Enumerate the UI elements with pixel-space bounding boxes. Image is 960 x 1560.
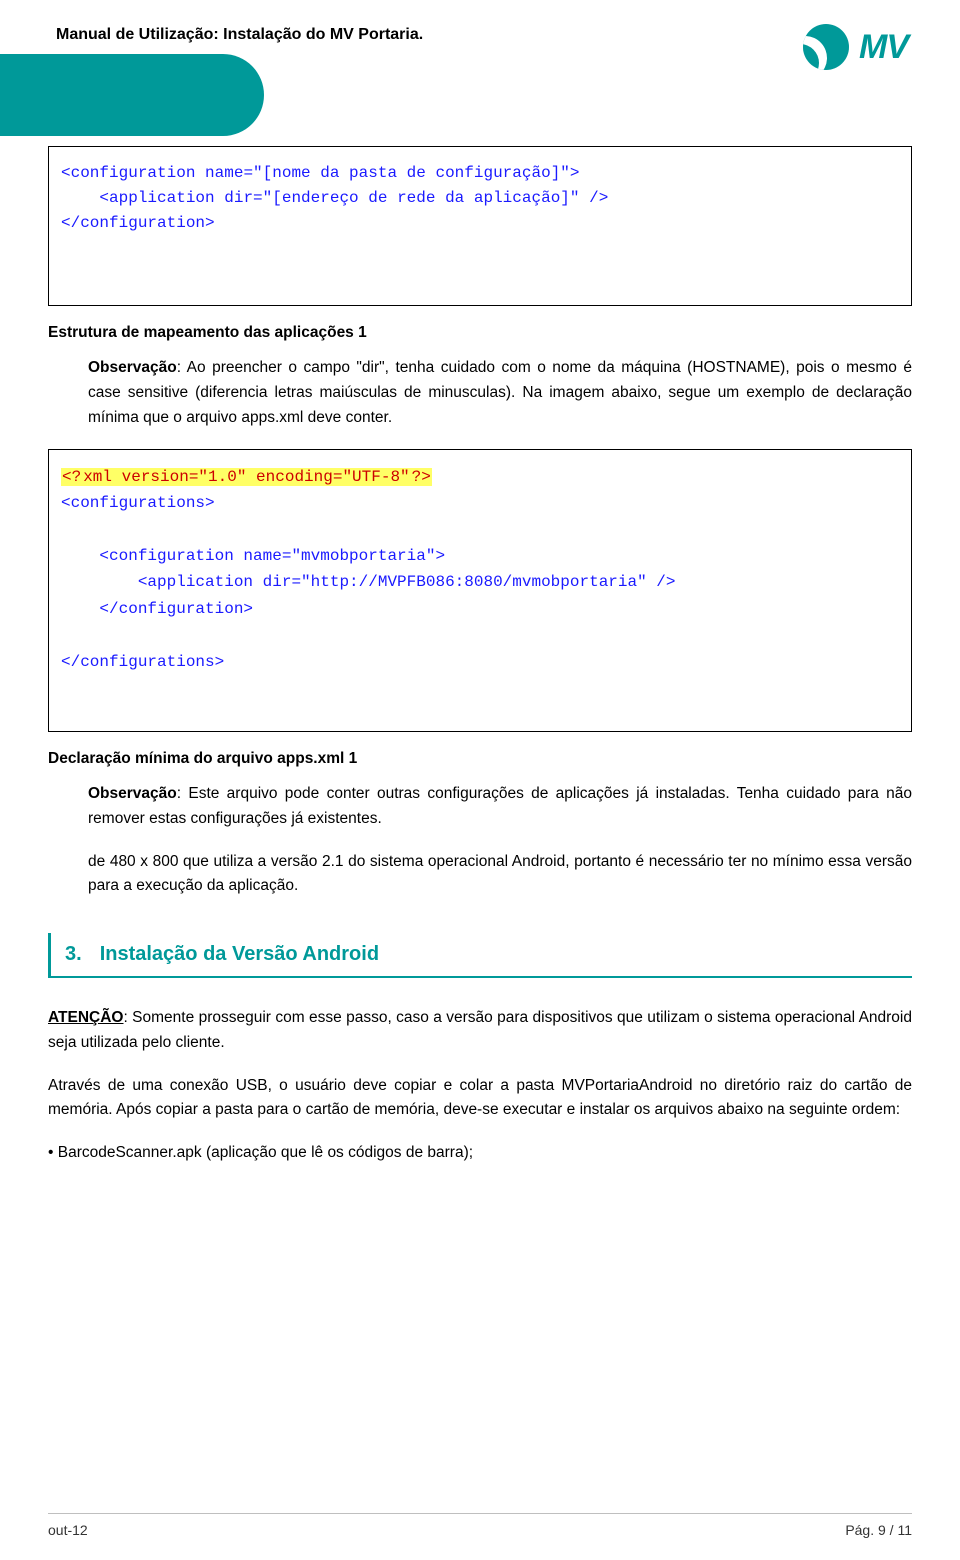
paragraph-text: : Somente prosseguir com esse passo, cas… <box>48 1009 912 1051</box>
header-accent-tab <box>0 54 264 136</box>
paragraph-atencao: ATENÇÃO: Somente prosseguir com esse pas… <box>48 1006 912 1056</box>
paragraph-text: : Ao preencher o campo "dir", tenha cuid… <box>88 359 912 426</box>
section-number: 3. <box>65 943 82 966</box>
page-footer: out-12 Pág. 9 / 11 <box>48 1513 912 1538</box>
code-line: <application dir="[endereço de rede da a… <box>61 186 899 211</box>
code-tag: <configuration <box>61 164 205 182</box>
content: <configuration name="[nome da pasta de c… <box>48 146 912 1166</box>
code-line: </configuration> <box>61 600 253 618</box>
xml-decl-open: <? <box>61 468 82 486</box>
label-observacao: Observação <box>88 785 177 802</box>
figure-caption-1: Estrutura de mapeamento das aplicações 1 <box>48 324 912 342</box>
xml-decl-close: ?> <box>411 468 432 486</box>
code-line: </configurations> <box>61 653 224 671</box>
paragraph-observation-2: Observação: Este arquivo pode conter out… <box>48 782 912 832</box>
code-line: <application dir="http://MVPFB086:8080/m… <box>61 573 676 591</box>
section-heading-3: 3. Instalação da Versão Android <box>48 933 912 978</box>
label-observacao: Observação <box>88 359 177 376</box>
label-atencao: ATENÇÃO <box>48 1009 124 1026</box>
section-title: Instalação da Versão Android <box>100 943 379 966</box>
code-indent <box>61 189 99 207</box>
footer-date: out-12 <box>48 1522 88 1538</box>
page-header: Manual de Utilização: Instalação do MV P… <box>48 0 912 136</box>
xml-decl-body: xml version="1.0" encoding="UTF-8" <box>82 468 410 486</box>
paragraph-text: : Este arquivo pode conter outras config… <box>88 785 912 827</box>
mv-logo: MV <box>803 24 908 70</box>
paragraph-usb-copy: Através de uma conexão USB, o usuário de… <box>48 1074 912 1124</box>
code-line: <configurations> <box>61 494 215 512</box>
code-line: <configuration name="[nome da pasta de c… <box>61 161 899 186</box>
code-box-example: <?xml version="1.0" encoding="UTF-8"?> <… <box>48 449 912 732</box>
header-left: Manual de Utilização: Instalação do MV P… <box>48 18 423 136</box>
footer-page: Pág. 9 / 11 <box>845 1522 912 1538</box>
paragraph-screen-res: de 480 x 800 que utiliza a versão 2.1 do… <box>48 850 912 900</box>
code-attr: name="[nome da pasta de configuração]"> <box>205 164 579 182</box>
bullet-barcode-scanner: • BarcodeScanner.apk (aplicação que lê o… <box>48 1141 912 1166</box>
code-line: <configuration name="mvmobportaria"> <box>61 547 445 565</box>
doc-title: Manual de Utilização: Instalação do MV P… <box>56 26 423 44</box>
code-attr: dir="[endereço de rede da aplicação]" /> <box>224 189 608 207</box>
page: Manual de Utilização: Instalação do MV P… <box>0 0 960 1560</box>
mv-logo-icon <box>803 24 849 70</box>
code-tag: <application <box>99 189 224 207</box>
code-line: </configuration> <box>61 211 899 236</box>
code-box-structure: <configuration name="[nome da pasta de c… <box>48 146 912 306</box>
mv-logo-text: MV <box>859 28 908 67</box>
paragraph-observation-1: Observação: Ao preencher o campo "dir", … <box>48 356 912 430</box>
figure-caption-2: Declaração mínima do arquivo apps.xml 1 <box>48 750 912 768</box>
